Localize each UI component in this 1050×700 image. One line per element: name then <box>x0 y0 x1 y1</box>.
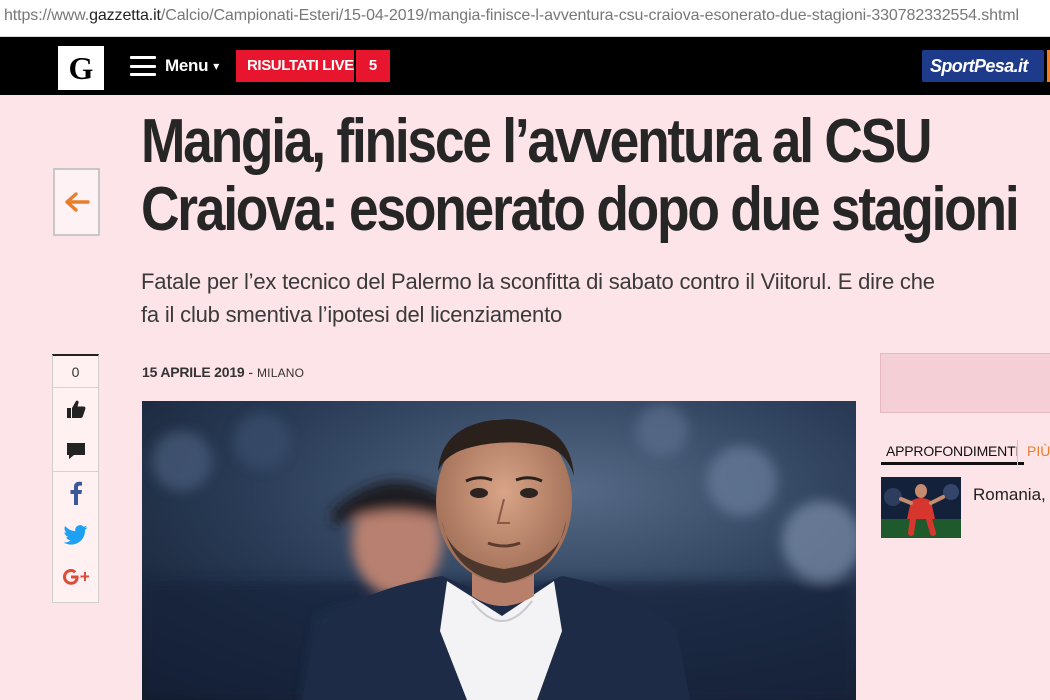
headline-line-1: Mangia, finisce l’avventura al CSU <box>141 107 932 176</box>
subheadline-line-2: fa il club smentiva l’ipotesi del licenz… <box>141 302 563 327</box>
headline-line-2: Craiova: esonerato dopo due stagioni <box>141 175 1020 244</box>
google-plus-share-button[interactable] <box>53 556 98 598</box>
like-icon <box>66 400 85 418</box>
live-results-count-badge[interactable]: 5 <box>354 50 390 82</box>
coach-photo-illustration <box>142 401 856 700</box>
article-dateline: 15 APRILE 2019 - MILANO <box>142 364 304 380</box>
article-subheadline: Fatale per l’ex tecnico del Palermo la s… <box>141 265 1050 331</box>
url-text[interactable]: https://www.gazzetta.it/Calcio/Campionat… <box>4 7 1019 25</box>
tab-piu[interactable]: PIÙ <box>1027 440 1050 462</box>
article-headline: Mangia, finisce l’avventura al CSU Craio… <box>141 108 1050 244</box>
url-host: gazzetta.it <box>89 7 161 24</box>
article-main-photo[interactable] <box>142 401 856 700</box>
twitter-share-button[interactable] <box>53 514 98 556</box>
dateline-separator: - <box>244 364 257 380</box>
related-article-item[interactable]: Romania, <box>881 477 1050 538</box>
related-article-thumbnail <box>881 477 961 538</box>
logo-letter: G <box>68 50 94 86</box>
publish-date: 15 APRILE 2019 <box>142 364 245 380</box>
sponsor-logo[interactable]: SportPesa.it <box>922 50 1044 82</box>
tab-divider <box>1017 440 1018 465</box>
menu-label: Menu <box>165 56 209 75</box>
google-plus-icon <box>62 569 89 585</box>
back-button[interactable] <box>53 168 100 236</box>
top-navigation-bar: G Menu ▾ RISULTATI LIVE 5 SportPesa.it <box>0 37 1050 95</box>
menu-button[interactable]: Menu ▾ <box>130 53 219 79</box>
advertisement-placeholder[interactable] <box>880 353 1050 413</box>
chevron-down-icon: ▾ <box>213 59 220 73</box>
live-results-button[interactable]: RISULTATI LIVE <box>236 50 365 82</box>
related-article-title: Romania, <box>973 485 1046 504</box>
tab-approfondimenti[interactable]: APPROFONDIMENTI <box>881 440 1025 465</box>
gazzetta-logo[interactable]: G <box>58 46 104 90</box>
browser-url-bar[interactable]: https://www.gazzetta.it/Calcio/Campionat… <box>0 0 1050 37</box>
back-arrow-icon <box>64 192 90 212</box>
comment-button[interactable] <box>53 430 98 472</box>
dateline-city: MILANO <box>256 366 305 380</box>
like-button[interactable] <box>53 388 98 430</box>
url-prefix: https://www. <box>4 7 90 24</box>
comment-icon <box>66 442 85 459</box>
subheadline-line-1: Fatale per l’ex tecnico del Palermo la s… <box>141 269 935 294</box>
share-toolbar: 0 <box>52 354 99 603</box>
facebook-icon <box>70 481 82 505</box>
sidebar-tabs: APPROFONDIMENTI PIÙ <box>881 440 1050 465</box>
hamburger-icon <box>130 56 156 76</box>
twitter-icon <box>63 525 87 545</box>
share-count: 0 <box>53 356 98 388</box>
facebook-share-button[interactable] <box>53 472 98 514</box>
url-path: /Calcio/Campionati-Esteri/15-04-2019/man… <box>160 7 1019 24</box>
